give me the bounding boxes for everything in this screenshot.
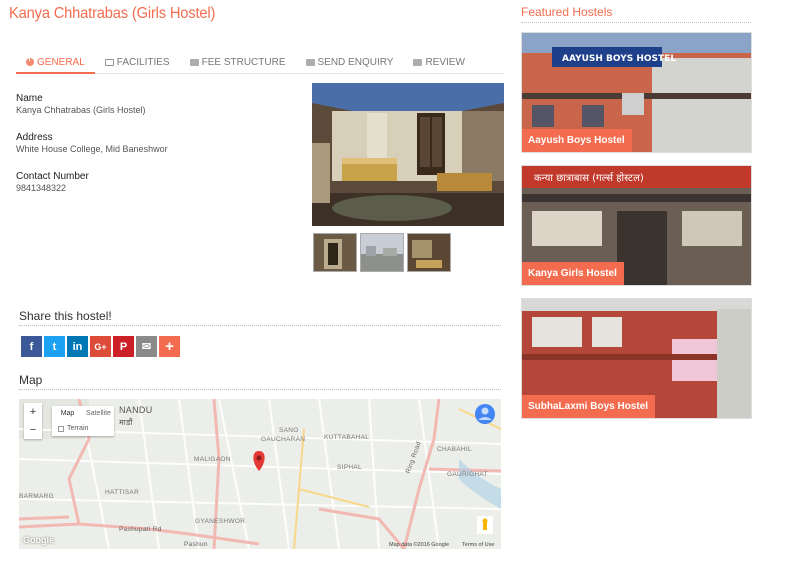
map-heading: Map — [19, 373, 501, 390]
twitter-icon: t — [52, 340, 57, 353]
map-type-control: Map Satellite Terrain — [52, 406, 114, 436]
thumbnail-2[interactable] — [360, 233, 404, 272]
featured-hostel-label: Aayush Boys Hostel — [522, 129, 632, 152]
map-terms-link[interactable]: Terms of Use — [462, 542, 494, 548]
google-logo: Google — [23, 535, 54, 545]
google-plus-share-button[interactable]: G+ — [90, 336, 111, 357]
photo-thumbnails — [313, 233, 451, 272]
map-type-satellite-button[interactable]: Satellite — [83, 406, 114, 421]
map-label: NANDU — [119, 405, 153, 415]
address-value: White House College, Mid Baneshwor — [16, 144, 168, 154]
zoom-out-button[interactable]: − — [24, 421, 42, 439]
info-icon — [26, 56, 34, 66]
email-icon: ✉ — [141, 341, 152, 353]
tab-fee-structure[interactable]: FEE STRUCTURE — [180, 52, 296, 73]
terrain-label: Terrain — [67, 425, 89, 432]
tab-label: GENERAL — [37, 56, 85, 68]
map-type-map-button[interactable]: Map — [52, 406, 83, 421]
map-label: HATTISAR — [105, 489, 140, 496]
room-illustration — [312, 83, 504, 226]
envelope-icon — [305, 59, 315, 66]
pinterest-icon: P — [119, 340, 128, 353]
sign-text: कन्या छात्राबास (गर्ल्स हाेस्टल) — [534, 172, 644, 184]
envelope-icon — [189, 59, 199, 66]
more-share-button[interactable]: + — [159, 336, 180, 357]
map-label: GAURIGHAT — [447, 471, 488, 478]
tab-bar: GENERAL FACILITIES FEE STRUCTURE SEND EN… — [16, 52, 504, 74]
hostel-details: Name Kanya Chhatrabas (Girls Hostel) Add… — [16, 93, 296, 210]
tab-send-enquiry[interactable]: SEND ENQUIRY — [296, 52, 404, 73]
map-label: CHABAHIL — [437, 446, 472, 453]
contact-value: 9841348322 — [16, 183, 67, 193]
map-label: Pashun — [184, 541, 208, 548]
featured-hostel-card[interactable]: SubhaLaxmi Boys Hostel — [521, 298, 752, 419]
thumbnail-1[interactable] — [313, 233, 357, 272]
zoom-in-button[interactable]: + — [24, 403, 42, 421]
email-share-button[interactable]: ✉ — [136, 336, 157, 357]
plus-icon: + — [165, 338, 174, 355]
pinterest-share-button[interactable]: P — [113, 336, 134, 357]
tab-review[interactable]: REVIEW — [403, 52, 474, 73]
tab-label: REVIEW — [425, 57, 465, 68]
twitter-share-button[interactable]: t — [44, 336, 65, 357]
thumbnail-3[interactable] — [407, 233, 451, 272]
map-attribution: Map data ©2016 Google — [389, 542, 450, 548]
linkedin-icon: in — [72, 340, 83, 353]
map-label: GAUCHARAN — [261, 436, 306, 443]
tab-label: FEE STRUCTURE — [201, 57, 286, 68]
featured-hostel-card[interactable]: कन्या छात्राबास (गर्ल्स हाेस्टल) Kanya G… — [521, 165, 752, 286]
tab-facilities[interactable]: FACILITIES — [95, 52, 180, 73]
address-label: Address — [16, 132, 53, 143]
name-value: Kanya Chhatrabas (Girls Hostel) — [16, 105, 146, 115]
map-label: BARMARG — [19, 493, 54, 500]
google-plus-icon: G+ — [94, 341, 107, 352]
map-label: GYANESHWOR — [195, 518, 246, 525]
location-map[interactable]: + − Map Satellite Terrain NANDU माडौं SA… — [19, 399, 501, 549]
map-label: माडौं — [119, 418, 133, 427]
share-heading: Share this hostel! — [19, 309, 501, 326]
featured-hostel-label: SubhaLaxmi Boys Hostel — [522, 395, 656, 418]
page-title: Kanya Chhatrabas (Girls Hostel) — [9, 5, 216, 22]
hostel-room-photo — [312, 83, 504, 226]
tab-label: FACILITIES — [116, 57, 170, 68]
map-label: Pashupati Rd — [119, 526, 162, 533]
facebook-share-button[interactable]: f — [21, 336, 42, 357]
envelope-icon — [413, 59, 423, 66]
share-buttons: f t in G+ P ✉ + — [21, 336, 180, 357]
map-label: MALIGAON — [194, 456, 231, 463]
featured-hostel-card[interactable]: AAYUSH BOYS HOSTEL Aayush Boys Hostel — [521, 32, 752, 153]
money-icon — [104, 59, 114, 66]
map-label: KUTTABAHAL — [324, 434, 370, 441]
tab-general[interactable]: GENERAL — [16, 52, 95, 74]
tab-label: SEND ENQUIRY — [317, 57, 394, 68]
facebook-icon: f — [29, 340, 34, 353]
sign-text: AAYUSH BOYS HOSTEL — [562, 54, 676, 64]
map-label: SIPHAL — [337, 464, 362, 471]
map-zoom-control: + − — [24, 403, 42, 439]
checkbox-icon — [58, 425, 64, 432]
map-label: SANO — [279, 427, 299, 434]
terrain-toggle[interactable]: Terrain — [52, 421, 114, 436]
featured-hostel-label: Kanya Girls Hostel — [522, 262, 624, 285]
contact-label: Contact Number — [16, 171, 89, 182]
name-label: Name — [16, 93, 43, 104]
linkedin-share-button[interactable]: in — [67, 336, 88, 357]
featured-hostels-heading: Featured Hostels — [521, 5, 751, 23]
